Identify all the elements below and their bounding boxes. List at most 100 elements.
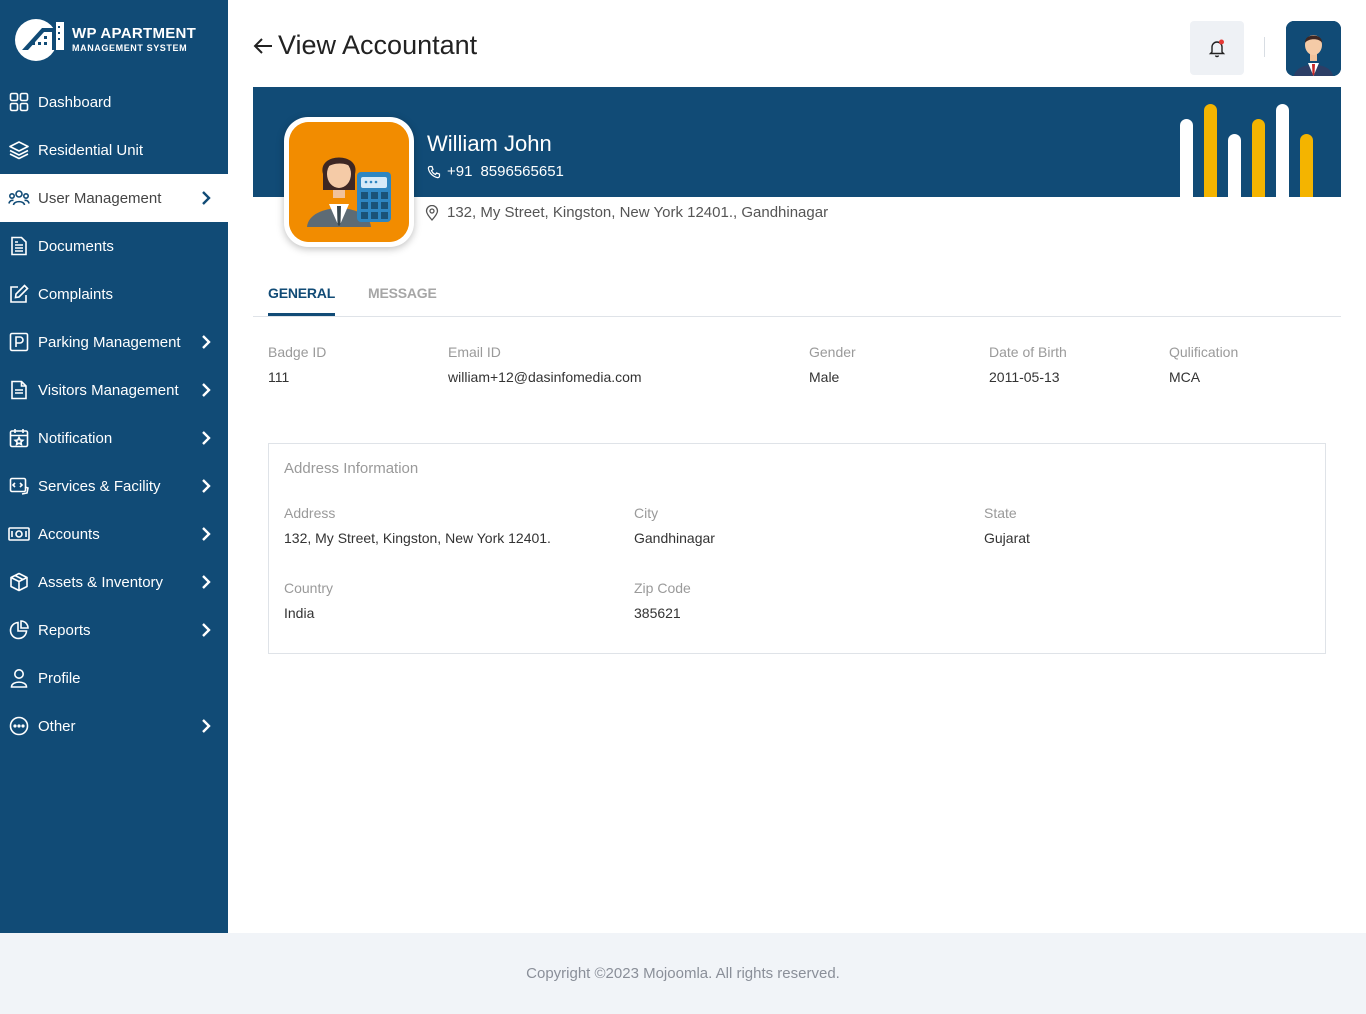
profile-address-text: 132, My Street, Kingston, New York 12401… [447,204,829,221]
sidebar-item-parking-management[interactable]: Parking Management [0,318,228,366]
sidebar-item-dashboard[interactable]: Dashboard [0,78,228,126]
sidebar-item-complaints[interactable]: Complaints [0,270,228,318]
sidebar-item-label: Other [38,717,76,735]
badge-id-value: 111 [268,369,290,385]
notification-button[interactable] [1190,21,1244,75]
sidebar-item-notification[interactable]: Notification [0,414,228,462]
sidebar-item-label: Reports [38,621,91,639]
chevron-right-icon [202,431,211,445]
zip-code-label: Zip Code [634,580,691,596]
sidebar-item-label: Accounts [38,525,100,543]
sidebar: WP APARTMENT MANAGEMENT SYSTEM Dashboard… [0,0,228,933]
phone-number: 8596565651 [480,163,564,180]
more-circle-icon [8,715,30,737]
badge-id-label: Badge ID [268,344,327,360]
copyright-text: Copyright ©2023 Mojoomla. All rights res… [526,965,840,982]
money-icon [8,523,30,545]
dob-label: Date of Birth [989,344,1067,360]
state-value: Gujarat [984,530,1030,546]
state-label: State [984,505,1017,521]
chevron-right-icon [202,191,211,205]
grid-icon [8,91,30,113]
sidebar-item-label: Profile [38,669,81,687]
chevron-right-icon [202,479,211,493]
city-label: City [634,505,659,521]
zip-code-value: 385621 [634,605,681,621]
profile-banner [253,87,1341,197]
sidebar-nav: Dashboard Residential Unit User Manageme… [0,78,228,750]
user-icon [8,667,30,689]
profile-name: William John [427,131,552,156]
sidebar-item-other[interactable]: Other [0,702,228,750]
sidebar-item-label: Assets & Inventory [38,573,164,591]
chevron-right-icon [202,623,211,637]
chevron-right-icon [202,383,211,397]
country-label: Country [284,580,334,596]
page-title-text: View Accountant [278,30,478,60]
sidebar-item-label: Complaints [38,285,114,303]
address-label: Address [284,505,336,521]
sidebar-item-label: Residential Unit [38,141,144,159]
document-icon [8,235,30,257]
location-pin-icon [425,204,439,221]
user-avatar[interactable] [1286,21,1341,76]
building-logo-icon [15,19,64,61]
address-value: 132, My Street, Kingston, New York 12401… [284,530,551,546]
profile-address: 132, My Street, Kingston, New York 12401… [425,204,828,221]
pie-chart-icon [8,619,30,641]
parking-icon [8,331,30,353]
bell-icon [1208,39,1226,58]
file-text-icon [8,379,30,401]
sidebar-item-services-facility[interactable]: Services & Facility [0,462,228,510]
phone-country-code: +91 [447,163,473,180]
sidebar-item-label: Services & Facility [38,477,161,495]
dob-value: 2011-05-13 [989,369,1060,385]
profile-phone: +91 8596565651 [427,163,564,180]
sidebar-item-residential-unit[interactable]: Residential Unit [0,126,228,174]
sidebar-item-documents[interactable]: Documents [0,222,228,270]
logo-title: WP APARTMENT [72,24,197,42]
page-title: View Accountant [252,30,477,61]
page-footer: Copyright ©2023 Mojoomla. All rights res… [0,933,1366,1014]
sidebar-item-label: Dashboard [38,93,112,111]
phone-icon [427,165,441,178]
address-card-title: Address Information [284,460,419,477]
gender-value: Male [809,369,840,385]
chevron-right-icon [202,527,211,541]
app-logo[interactable]: WP APARTMENT MANAGEMENT SYSTEM [0,0,228,78]
layers-icon [8,139,30,161]
box-icon [8,571,30,593]
chevron-right-icon [202,335,211,349]
sidebar-item-visitors-management[interactable]: Visitors Management [0,366,228,414]
service-icon [8,475,30,497]
edit-icon [8,283,30,305]
email-value: william+12@dasinfomedia.com [448,369,642,385]
email-label: Email ID [448,344,501,360]
profile-tabs: GENERAL MESSAGE [253,276,1341,317]
sidebar-item-user-management[interactable]: User Management [0,174,228,222]
chevron-right-icon [202,575,211,589]
sidebar-item-reports[interactable]: Reports [0,606,228,654]
tab-message[interactable]: MESSAGE [368,285,437,301]
city-value: Gandhinagar [634,530,715,546]
sidebar-item-label: Documents [38,237,114,255]
tab-general[interactable]: GENERAL [268,285,335,316]
qualification-label: Qulification [1169,344,1239,360]
header-divider [1264,37,1265,57]
sidebar-item-assets-inventory[interactable]: Assets & Inventory [0,558,228,606]
top-header: View Accountant [228,0,1366,87]
sidebar-item-label: User Management [38,189,162,207]
accountant-avatar-icon [289,122,409,242]
users-icon [8,187,30,209]
sidebar-item-profile[interactable]: Profile [0,654,228,702]
calendar-star-icon [8,427,30,449]
decorative-bars [1180,104,1313,197]
profile-picture [284,117,414,247]
back-arrow-icon[interactable] [252,35,274,57]
country-value: India [284,605,315,621]
sidebar-item-accounts[interactable]: Accounts [0,510,228,558]
gender-label: Gender [809,344,856,360]
avatar-person-icon [1286,21,1341,76]
logo-subtitle: MANAGEMENT SYSTEM [72,42,188,53]
sidebar-item-label: Notification [38,429,113,447]
